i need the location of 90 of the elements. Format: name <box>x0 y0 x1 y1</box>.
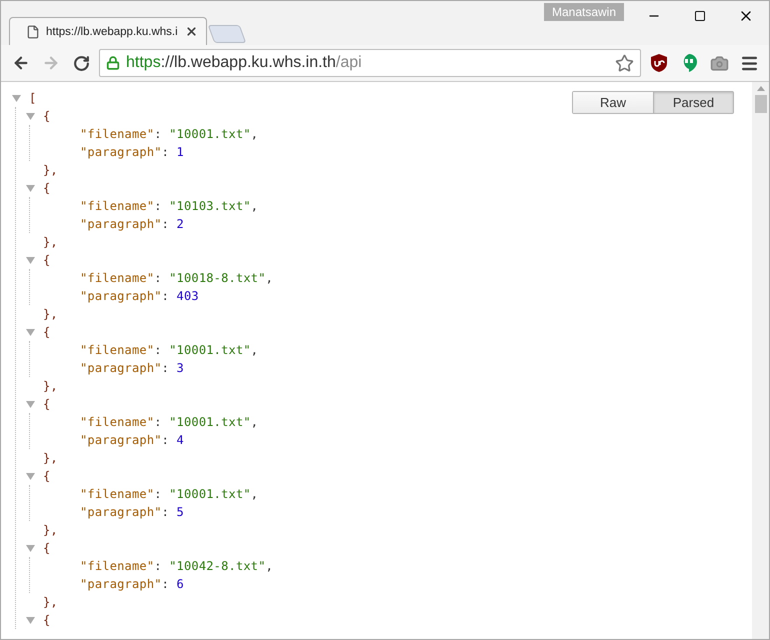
json-colon: : <box>162 504 170 521</box>
reload-icon[interactable] <box>72 54 90 72</box>
json-brace: }, <box>43 450 58 467</box>
json-colon: : <box>162 288 170 305</box>
json-brace: }, <box>43 162 58 179</box>
json-value: "10001.txt" <box>169 342 251 359</box>
json-brace: }, <box>43 522 58 539</box>
json-value: 2 <box>176 216 184 233</box>
json-brace: }, <box>43 378 58 395</box>
json-colon: : <box>162 576 170 593</box>
expand-toggle-icon[interactable] <box>24 472 37 480</box>
json-colon: : <box>154 342 162 359</box>
json-comma: , <box>250 198 258 215</box>
json-comma: , <box>266 270 274 287</box>
scrollbar[interactable] <box>752 82 769 639</box>
json-value: "10103.txt" <box>169 198 251 215</box>
json-value: "10042-8.txt" <box>169 558 266 575</box>
lock-icon <box>106 56 120 70</box>
json-key: "filename" <box>80 197 154 215</box>
expand-toggle-icon[interactable] <box>10 94 23 102</box>
expand-toggle-icon[interactable] <box>24 112 37 120</box>
json-key: "filename" <box>80 413 154 431</box>
json-key: "paragraph" <box>80 287 162 305</box>
json-colon: : <box>154 486 162 503</box>
json-colon: : <box>154 414 162 431</box>
maximize-icon[interactable] <box>694 10 706 22</box>
browser-tab[interactable]: https://lb.webapp.ku.whs.i <box>9 17 207 45</box>
view-mode-button[interactable]: Parsed <box>653 92 733 113</box>
json-key: "filename" <box>80 125 154 143</box>
json-colon: : <box>154 270 162 287</box>
close-icon[interactable] <box>185 25 198 38</box>
json-value: 403 <box>176 288 199 305</box>
json-value: "10001.txt" <box>169 414 251 431</box>
json-colon: : <box>162 144 170 161</box>
json-comma: , <box>250 342 258 359</box>
json-value: 1 <box>176 144 184 161</box>
json-colon: : <box>162 216 170 233</box>
json-brace: { <box>43 396 50 413</box>
expand-toggle-icon[interactable] <box>24 400 37 408</box>
page-icon <box>26 24 40 38</box>
json-key: "paragraph" <box>80 431 162 449</box>
expand-toggle-icon[interactable] <box>24 256 37 264</box>
scroll-thumb[interactable] <box>754 95 766 113</box>
json-key: "filename" <box>80 557 154 575</box>
expand-toggle-icon[interactable] <box>24 616 37 624</box>
json-brace: { <box>43 108 50 125</box>
expand-toggle-icon[interactable] <box>24 328 37 336</box>
json-key: "paragraph" <box>80 575 162 593</box>
json-colon: : <box>162 432 170 449</box>
json-brace: { <box>43 324 50 341</box>
json-comma: , <box>266 558 274 575</box>
json-value: 3 <box>176 360 184 377</box>
json-colon: : <box>162 360 170 377</box>
expand-toggle-icon[interactable] <box>24 184 37 192</box>
json-brace: }, <box>43 234 58 251</box>
json-brace: { <box>43 180 50 197</box>
json-brace: { <box>43 612 50 629</box>
json-bracket: [ <box>29 90 36 107</box>
scroll-up-icon <box>756 86 764 91</box>
json-value: 5 <box>176 504 184 521</box>
json-value: 6 <box>176 576 184 593</box>
json-colon: : <box>154 198 162 215</box>
json-key: "filename" <box>80 485 154 503</box>
json-key: "filename" <box>80 341 154 359</box>
star-icon[interactable] <box>615 54 634 72</box>
json-comma: , <box>250 414 258 431</box>
view-mode-button[interactable]: Raw <box>573 92 653 113</box>
json-key: "paragraph" <box>80 359 162 377</box>
json-comma: , <box>250 126 258 143</box>
tab-title: https://lb.webapp.ku.whs.i <box>46 26 179 38</box>
json-key: "filename" <box>80 269 154 287</box>
json-key: "paragraph" <box>80 503 162 521</box>
json-value: "10001.txt" <box>169 486 251 503</box>
json-value: "10001.txt" <box>169 126 251 143</box>
new-tab-button[interactable] <box>208 25 246 43</box>
json-key: "paragraph" <box>80 215 162 233</box>
expand-toggle-icon[interactable] <box>24 544 37 552</box>
url-text: https://lb.webapp.ku.whs.in.th/api <box>126 54 363 72</box>
json-comma: , <box>250 486 258 503</box>
json-colon: : <box>154 126 162 143</box>
json-value: 4 <box>176 432 184 449</box>
json-brace: { <box>43 252 50 269</box>
json-brace: { <box>43 540 50 557</box>
json-key: "paragraph" <box>80 143 162 161</box>
json-brace: }, <box>43 306 58 323</box>
json-brace: }, <box>43 594 58 611</box>
address-field[interactable]: https://lb.webapp.ku.whs.in.th/api <box>99 49 641 77</box>
json-brace: { <box>43 468 50 485</box>
json-value: "10018-8.txt" <box>169 270 266 287</box>
json-colon: : <box>154 558 162 575</box>
